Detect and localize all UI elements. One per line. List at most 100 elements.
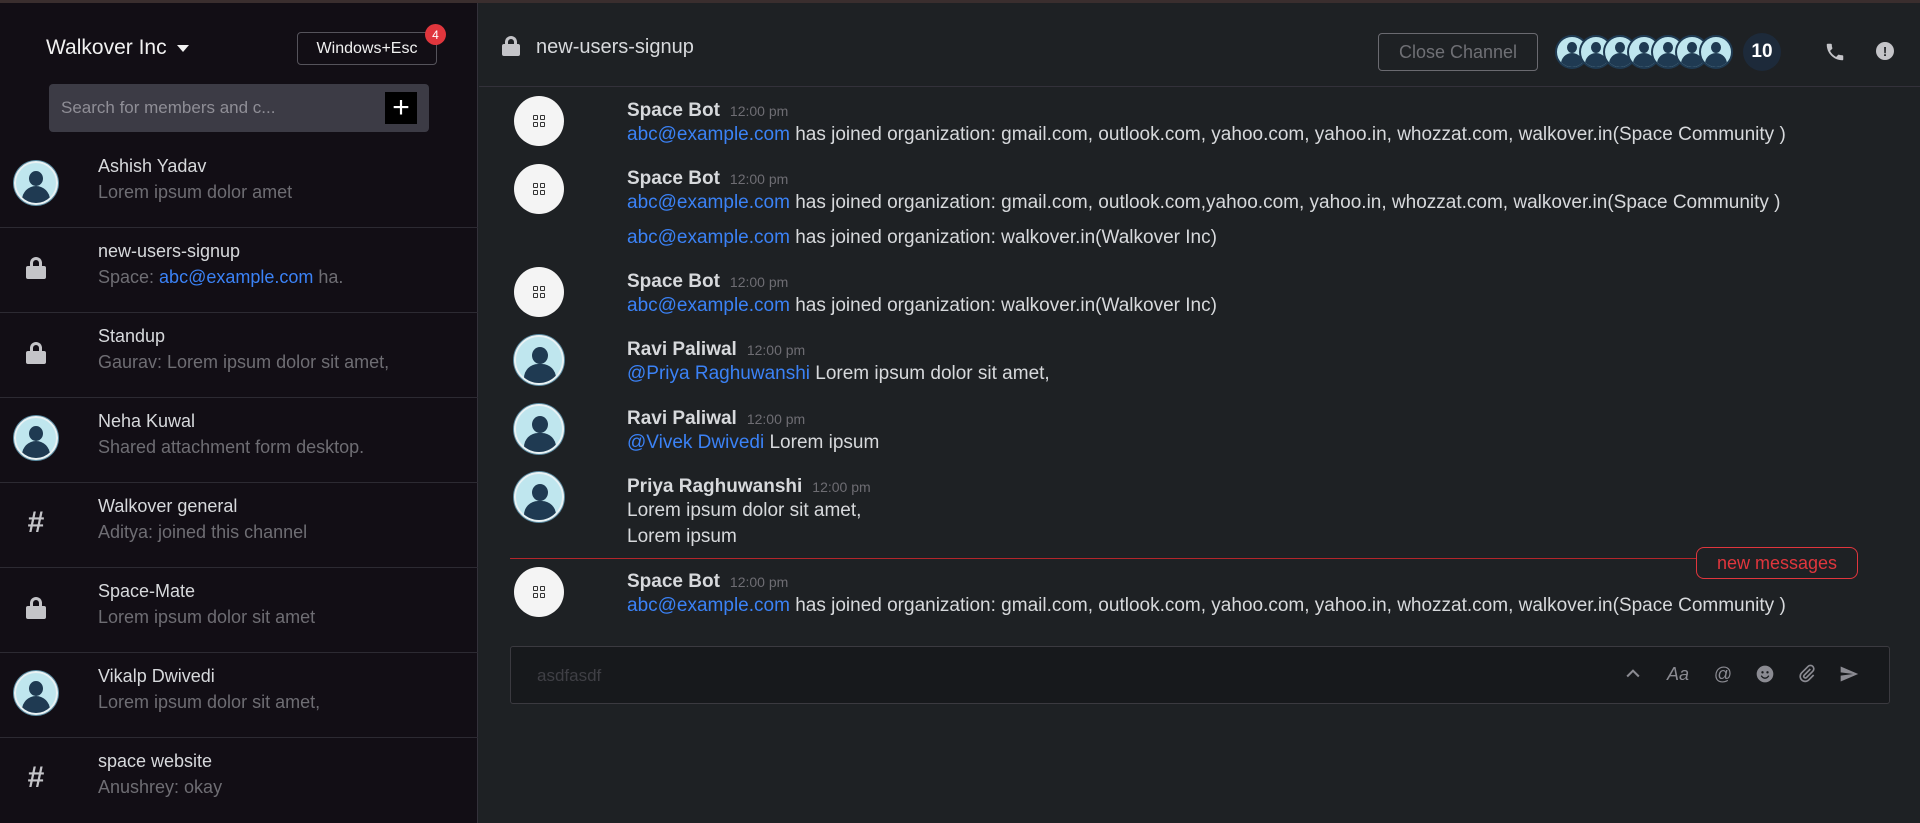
send-icon[interactable] (1839, 662, 1859, 686)
channel-item-space-website[interactable]: # space website Anushrey: okay (0, 738, 478, 823)
chevron-down-icon (176, 44, 189, 52)
channel-item-ashish-yadav[interactable]: Ashish Yadav Lorem ipsum dolor amet (0, 143, 478, 228)
chevron-up-icon[interactable] (1623, 662, 1643, 686)
message-sender: Ravi Paliwal 12:00 pm (627, 408, 806, 429)
channel-preview: Gaurav: Lorem ipsum dolor sit amet, (98, 352, 390, 372)
message-composer[interactable]: asdfasdf Aa @ (510, 646, 1890, 704)
channel-preview: Shared attachment form desktop. (98, 437, 365, 457)
message-text: abc@example.com has joined organization:… (627, 124, 1786, 145)
message-text: @Priya Raghuwanshi Lorem ipsum dolor sit… (627, 363, 1050, 384)
user-avatar-icon (514, 335, 564, 385)
bot-avatar-icon (514, 164, 564, 214)
attachment-icon[interactable] (1797, 662, 1817, 686)
channel-preview: Anushrey: okay (98, 777, 223, 797)
message-text: abc@example.com has joined organization:… (627, 295, 1217, 316)
channel-item-standup[interactable]: Standup Gaurav: Lorem ipsum dolor sit am… (0, 313, 478, 398)
message-text: @Vivek Dwivedi Lorem ipsum (627, 432, 880, 453)
channel-preview: Lorem ipsum dolor sit amet, (98, 692, 321, 712)
mention-link[interactable]: @Vivek Dwivedi (627, 432, 764, 453)
member-avatars[interactable]: 10 (1555, 33, 1781, 71)
sidebar: Walkover Inc Windows+Esc 4 Search for me… (0, 3, 478, 823)
user-avatar-icon (14, 671, 58, 715)
message-input[interactable]: asdfasdf (537, 666, 601, 686)
user-avatar-icon (514, 472, 564, 522)
search-input[interactable]: Search for members and c... + (49, 84, 429, 132)
channel-title: Walkover general (98, 496, 238, 516)
channel-name: new-users-signup (536, 36, 694, 58)
channel-item-vikalp-dwivedi[interactable]: Vikalp Dwivedi Lorem ipsum dolor sit ame… (0, 653, 478, 738)
workspace-name: Walkover Inc (46, 36, 167, 59)
mention-icon[interactable]: @ (1713, 662, 1733, 686)
lock-icon (502, 36, 520, 56)
channel-preview: Aditya: joined this channel (98, 522, 308, 542)
shortcut-label: Windows+Esc (316, 39, 418, 57)
bot-avatar-icon (514, 267, 564, 317)
channel-header: new-users-signup Close Channel 10 ! (479, 3, 1920, 87)
channel-preview: Lorem ipsum dolor sit amet (98, 607, 316, 627)
member-count: 10 (1743, 33, 1781, 71)
hash-icon: # (27, 761, 45, 794)
message-time: 12:00 pm (746, 342, 806, 358)
phone-icon[interactable] (1824, 41, 1846, 63)
composer-toolbar: Aa @ (1623, 662, 1859, 686)
add-channel-button[interactable]: + (385, 92, 417, 124)
user-avatar-icon (14, 416, 58, 460)
email-link[interactable]: abc@example.com (627, 295, 790, 316)
message-sender: Space Bot 12:00 pm (627, 571, 789, 592)
message-sender: Space Bot 12:00 pm (627, 100, 789, 121)
message-sender: Space Bot 12:00 pm (627, 271, 789, 292)
emoji-icon[interactable] (1755, 662, 1775, 686)
message-text: abc@example.com has joined organization:… (627, 595, 1786, 616)
notification-badge: 4 (425, 24, 446, 45)
new-messages-divider (510, 558, 1820, 559)
bot-avatar-icon (514, 567, 564, 617)
message-text: abc@example.com has joined organization:… (627, 192, 1781, 213)
channel-item-space-mate[interactable]: Space-Mate Lorem ipsum dolor sit amet (0, 568, 478, 653)
info-icon[interactable]: ! (1876, 42, 1894, 60)
user-avatar-icon (14, 161, 58, 205)
mention-link[interactable]: @Priya Raghuwanshi (627, 363, 810, 384)
bot-avatar-icon (514, 96, 564, 146)
shortcut-button[interactable]: Windows+Esc 4 (297, 24, 446, 65)
channel-title: space website (98, 751, 213, 771)
message-text: Lorem ipsum (627, 526, 737, 547)
message-text: abc@example.com has joined organization:… (627, 227, 1217, 248)
message-text: Lorem ipsum dolor sit amet, (627, 500, 862, 521)
message-time: 12:00 pm (729, 171, 789, 187)
email-link[interactable]: abc@example.com (627, 595, 790, 616)
new-messages-badge[interactable]: new messages (1696, 547, 1858, 579)
message-sender: Ravi Paliwal 12:00 pm (627, 339, 806, 360)
channel-title: Ashish Yadav (98, 156, 207, 176)
message-time: 12:00 pm (729, 574, 789, 590)
workspace-switcher[interactable]: Walkover Inc (46, 36, 189, 60)
message-time: 12:00 pm (729, 103, 789, 119)
close-channel-button[interactable]: Close Channel (1378, 33, 1538, 71)
lock-icon (26, 597, 46, 619)
message-time: 12:00 pm (746, 411, 806, 427)
format-text-icon[interactable]: Aa (1665, 662, 1691, 686)
message-time: 12:00 pm (812, 479, 871, 495)
message-sender: Space Bot 12:00 pm (627, 168, 789, 189)
lock-icon (26, 342, 46, 364)
email-link[interactable]: abc@example.com (627, 192, 790, 213)
email-link[interactable]: abc@example.com (627, 124, 790, 145)
search-placeholder: Search for members and c... (61, 98, 276, 117)
email-link[interactable]: abc@example.com (627, 227, 790, 248)
channel-title: Neha Kuwal (98, 411, 196, 431)
channel-item-walkover-general[interactable]: # Walkover general Aditya: joined this c… (0, 483, 478, 568)
channel-title: Space-Mate (98, 581, 196, 601)
channel-preview: Lorem ipsum dolor amet (98, 182, 293, 202)
channel-title: new-users-signup (98, 241, 241, 261)
email-link[interactable]: abc@example.com (159, 267, 313, 287)
channel-list: Ashish Yadav Lorem ipsum dolor amet new-… (0, 143, 478, 823)
message-time: 12:00 pm (729, 274, 789, 290)
channel-item-new-users-signup[interactable]: new-users-signup Space: abc@example.com … (0, 228, 478, 313)
hash-icon: # (27, 506, 45, 539)
channel-title: Standup (98, 326, 166, 346)
channel-preview: Space: abc@example.com ha. (98, 267, 344, 287)
channel-title: Vikalp Dwivedi (98, 666, 215, 686)
channel-item-neha-kuwal[interactable]: Neha Kuwal Shared attachment form deskto… (0, 398, 478, 483)
user-avatar-icon (514, 404, 564, 454)
member-avatar-icon (1699, 35, 1733, 69)
lock-icon (26, 257, 46, 279)
